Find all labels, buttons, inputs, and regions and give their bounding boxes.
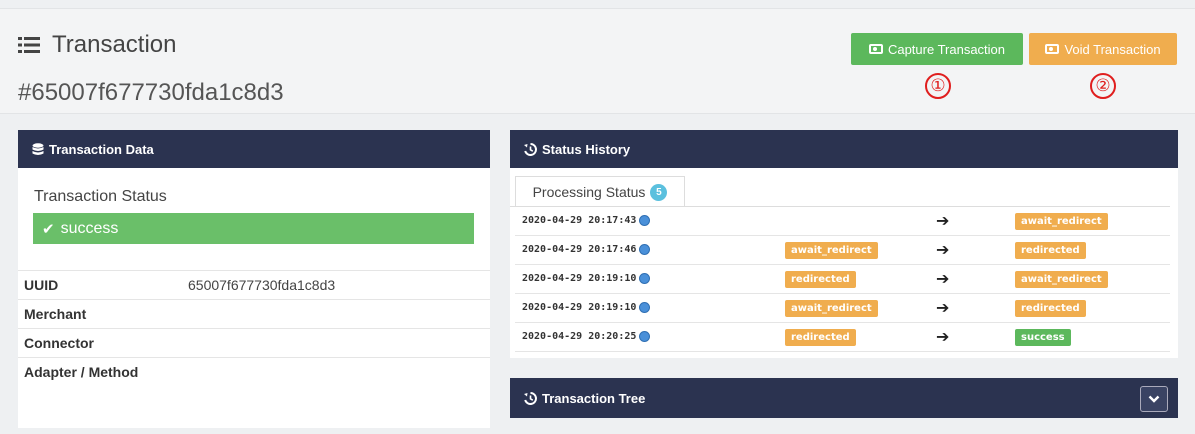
page-header: Transaction #65007f677730fda1c8d3 Captur…	[0, 8, 1195, 114]
tab-processing-status[interactable]: Processing Status 5	[515, 176, 685, 207]
transaction-status-label: Transaction Status	[34, 188, 167, 205]
history-timestamp: 2020-04-29 20:17:46	[522, 244, 651, 255]
arrow-right-icon: ➔	[936, 327, 950, 346]
transaction-status-badge: ✔ success	[33, 213, 474, 244]
expand-tree-button[interactable]	[1140, 386, 1168, 412]
history-timestamp: 2020-04-29 20:19:10	[522, 273, 651, 284]
history-from-status: await_redirect	[785, 242, 878, 259]
globe-icon	[639, 244, 651, 255]
page-title-text: Transaction	[52, 31, 177, 58]
field-key: Merchant	[24, 306, 87, 322]
history-to-status: await_redirect	[1015, 271, 1108, 288]
field-key: UUID	[24, 277, 59, 293]
status-history-panel: Status History Processing Status 5 2020-…	[510, 130, 1178, 358]
globe-icon	[639, 215, 651, 226]
history-to-status: redirected	[1015, 242, 1086, 259]
chevron-down-icon	[1148, 395, 1160, 403]
history-icon	[524, 391, 537, 405]
transaction-tree-title: Transaction Tree	[542, 390, 646, 406]
annotation-marker-2: ②	[1090, 73, 1116, 99]
transaction-status-value: success	[60, 219, 119, 237]
field-key: Adapter / Method	[24, 364, 139, 380]
void-transaction-label: Void Transaction	[1064, 41, 1161, 57]
tab-count-badge: 5	[650, 183, 668, 201]
history-row: 2020-04-29 20:20:25 redirected ➔ success	[515, 323, 1170, 352]
globe-icon	[639, 302, 651, 313]
history-icon	[524, 142, 537, 156]
capture-transaction-button[interactable]: Capture Transaction	[851, 33, 1023, 65]
globe-icon	[639, 273, 651, 284]
status-history-header: Status History	[510, 130, 1178, 168]
arrow-right-icon: ➔	[936, 269, 950, 288]
history-to-status: await_redirect	[1015, 213, 1108, 230]
money-icon	[868, 44, 883, 54]
transaction-data-panel: Transaction Data Transaction Status ✔ su…	[18, 130, 490, 428]
transaction-tree-header: Transaction Tree	[510, 378, 1178, 418]
transaction-id: #65007f677730fda1c8d3	[18, 79, 284, 106]
history-from-status: await_redirect	[785, 300, 878, 317]
history-timestamp: 2020-04-29 20:17:43	[522, 215, 651, 226]
field-row-connector: Connector	[18, 328, 490, 357]
history-from-status: redirected	[785, 271, 856, 288]
transaction-data-header: Transaction Data	[18, 130, 490, 168]
database-icon	[32, 142, 44, 155]
void-transaction-button[interactable]: Void Transaction	[1029, 33, 1177, 65]
history-row: 2020-04-29 20:17:43 ➔ await_redirect	[515, 207, 1170, 236]
history-timestamp: 2020-04-29 20:19:10	[522, 302, 651, 313]
status-history-title: Status History	[542, 141, 631, 157]
money-icon	[1045, 44, 1060, 54]
field-value: 65007f677730fda1c8d3	[188, 277, 336, 293]
transaction-data-title: Transaction Data	[49, 141, 154, 157]
history-timestamp: 2020-04-29 20:20:25	[522, 331, 651, 342]
field-row-merchant: Merchant	[18, 299, 490, 328]
transaction-tree-panel: Transaction Tree	[510, 378, 1178, 418]
check-icon: ✔	[42, 219, 55, 238]
globe-icon	[639, 331, 651, 342]
capture-transaction-label: Capture Transaction	[887, 41, 1006, 57]
page-title: Transaction	[18, 31, 177, 59]
history-from-status: redirected	[785, 329, 856, 346]
list-icon	[18, 37, 40, 53]
arrow-right-icon: ➔	[936, 298, 950, 317]
arrow-right-icon: ➔	[936, 211, 950, 230]
history-row: 2020-04-29 20:19:10 await_redirect ➔ red…	[515, 294, 1170, 323]
field-key: Connector	[24, 335, 94, 351]
history-row: 2020-04-29 20:17:46 await_redirect ➔ red…	[515, 236, 1170, 265]
tab-label: Processing Status	[532, 184, 646, 200]
field-row-uuid: UUID 65007f677730fda1c8d3	[18, 270, 490, 299]
history-row: 2020-04-29 20:19:10 redirected ➔ await_r…	[515, 265, 1170, 294]
history-to-status: success	[1015, 329, 1071, 346]
annotation-marker-1: ①	[925, 73, 951, 99]
arrow-right-icon: ➔	[936, 240, 950, 259]
field-row-adapter-method: Adapter / Method	[18, 357, 490, 386]
history-to-status: redirected	[1015, 300, 1086, 317]
